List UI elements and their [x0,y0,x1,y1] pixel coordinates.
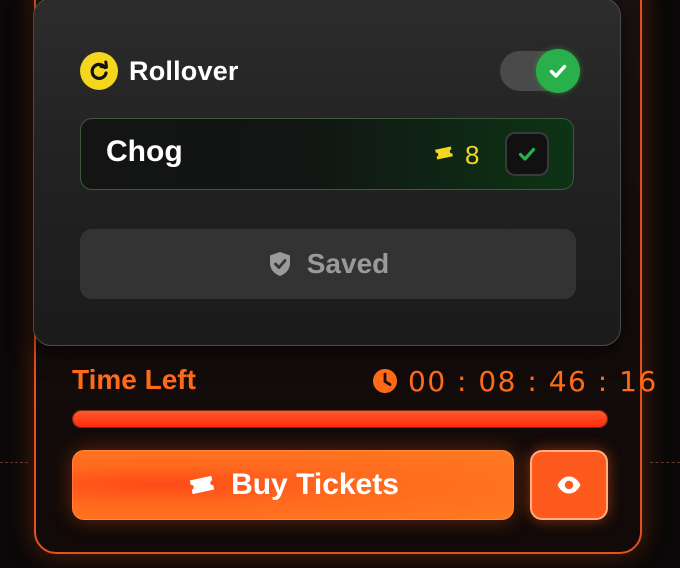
selection-name: Chog [106,135,183,168]
ticket-count-value: 8 [465,139,480,170]
saved-button[interactable]: Saved [80,229,576,299]
ticket-icon [433,145,455,166]
toggle-check-icon [536,49,580,93]
ticket-count: 8 [433,139,479,171]
background-divider-left [0,462,28,463]
rollover-popup: Rollover Chog 8 Saved [33,0,621,346]
selection-checkbox[interactable] [505,132,549,176]
screen: Rollover Chog 8 Saved Time Left 00: 08 … [0,0,680,568]
rollover-selection-row[interactable]: Chog 8 [80,118,574,190]
buy-tickets-button[interactable]: Buy Tickets [72,450,514,520]
countdown: 00 : 08 : 46 : 16 [372,364,658,398]
rollover-label: Rollover [129,55,239,86]
buy-tickets-label: Buy Tickets [231,468,399,501]
ticket-icon [189,475,215,495]
time-left-label: Time Left [72,364,196,395]
shield-check-icon [269,252,290,276]
rollover-header: Rollover [80,51,239,91]
eye-icon [557,476,581,494]
background-divider-right [650,462,680,463]
clock-icon [373,369,397,393]
rollover-toggle[interactable] [500,49,580,93]
countdown-value: 00 : 08 : 46 : 16 [408,364,658,398]
view-button[interactable] [530,450,608,520]
check-icon [518,147,536,161]
saved-label: Saved [306,248,390,279]
time-progress-fill [73,411,607,427]
rollover-refresh-icon [80,52,118,90]
time-progress-bar [72,410,608,428]
